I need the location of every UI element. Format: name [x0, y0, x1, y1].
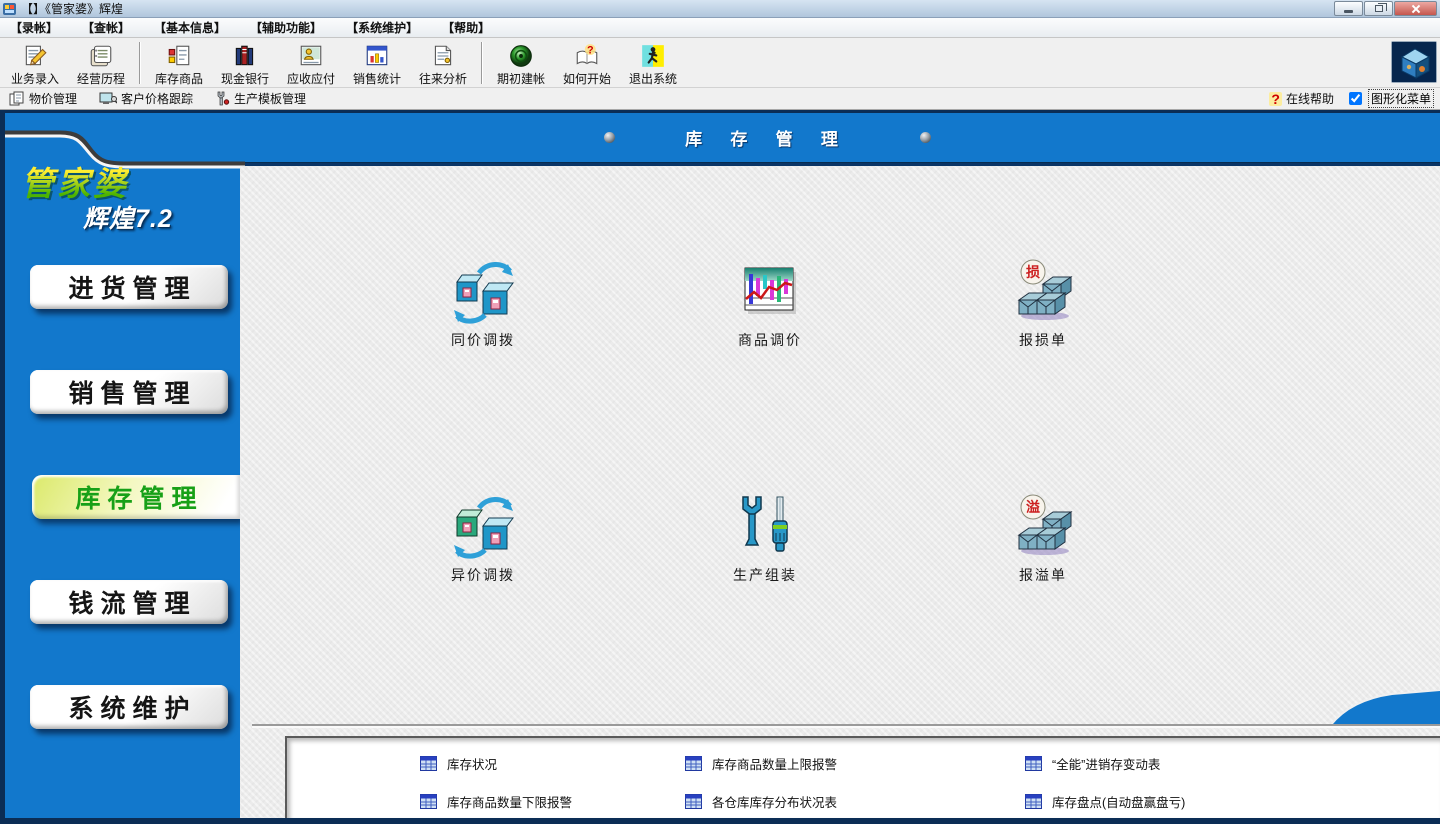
toolbar-separator — [481, 42, 483, 84]
cash-bank-icon — [232, 43, 258, 69]
exit-runner-icon — [640, 43, 666, 69]
section-title: 库 存 管 理 — [685, 125, 850, 150]
toolbar-business-entry[interactable]: 业务录入 — [2, 40, 68, 86]
target-globe-icon — [508, 43, 534, 69]
close-button[interactable] — [1394, 1, 1437, 16]
sidebar-item-sales-management[interactable]: 销售管理 — [30, 370, 228, 414]
module-diff-price-transfer[interactable]: 异价调拨 — [423, 493, 543, 585]
sidebar-item-purchase-management[interactable]: 进货管理 — [30, 265, 228, 309]
module-loss-report[interactable]: 损 报损单 — [983, 258, 1103, 350]
svg-text:?: ? — [587, 44, 594, 56]
toolbar-operation-history[interactable]: 经营历程 — [68, 40, 134, 86]
graphic-menu-checkbox[interactable] — [1349, 92, 1362, 105]
toolbar-inventory-goods[interactable]: 库存商品 — [146, 40, 212, 86]
price-chart-icon — [738, 258, 802, 324]
toolbar-customer-price-tracking[interactable]: 客户价格跟踪 — [96, 89, 196, 108]
module-overflow-report[interactable]: 溢 报溢单 — [983, 493, 1103, 585]
toolbar-cash-bank[interactable]: 现金银行 — [212, 40, 278, 86]
toolbar-initial-setup[interactable]: 期初建帐 — [488, 40, 554, 86]
goods-list-icon — [166, 43, 192, 69]
close-icon — [1411, 4, 1421, 14]
restore-button[interactable] — [1364, 1, 1393, 16]
module-production-assembly[interactable]: 生产组装 — [705, 493, 825, 585]
menu-item-bookkeeping[interactable]: 【录帐】 — [2, 17, 66, 38]
main-toolbar: 业务录入 经营历程 库存商品 — [0, 38, 1440, 88]
report-warehouse-distribution[interactable]: 各仓库库存分布状况表 — [685, 792, 1025, 811]
window-title: 【】《管家婆》辉煌 — [21, 0, 1334, 17]
tools-icon — [215, 91, 230, 106]
person-card-icon — [298, 43, 324, 69]
content-area: 同价调拨 — [240, 166, 1440, 818]
sphere-bullet-icon — [920, 132, 931, 143]
sidebar: 管家婆 辉煌7.2 进货管理 销售管理 库存管理 钱流管理 系统维护 — [5, 113, 240, 818]
menu-item-auxiliary-functions[interactable]: 【辅助功能】 — [242, 17, 330, 38]
separator-line — [252, 724, 1440, 726]
toolbar-sales-statistics[interactable]: 销售统计 — [344, 40, 410, 86]
document-analysis-icon — [430, 43, 456, 69]
menu-item-check-accounts[interactable]: 【查帐】 — [74, 17, 138, 38]
menu-item-help[interactable]: 【帮助】 — [434, 17, 498, 38]
question-icon: ? — [1269, 92, 1282, 106]
table-icon — [685, 794, 702, 809]
toolbar-separator — [139, 42, 141, 84]
report-qty-lower-limit-alarm[interactable]: 库存商品数量下限报警 — [420, 792, 685, 811]
report-inventory-status[interactable]: 库存状况 — [420, 754, 685, 773]
table-icon — [1025, 794, 1042, 809]
module-goods-price-adjust[interactable]: 商品调价 — [710, 258, 830, 350]
sidebar-item-inventory-management[interactable]: 库存管理 — [32, 475, 240, 519]
toolbar-exit-system[interactable]: 退出系统 — [620, 40, 686, 86]
svg-text:溢: 溢 — [1026, 499, 1040, 515]
copy-pages-icon — [9, 91, 25, 106]
graphic-menu-label[interactable]: 图形化菜单 — [1368, 89, 1434, 108]
menu-item-basic-info[interactable]: 【基本信息】 — [146, 17, 234, 38]
bar-chart-icon — [364, 43, 390, 69]
sidebar-item-cashflow-management[interactable]: 钱流管理 — [30, 580, 228, 624]
report-panel: 库存状况 库存商品数量上限报警 “全能” — [285, 736, 1440, 818]
toolbar-receivable-payable[interactable]: 应收应付 — [278, 40, 344, 86]
logo-cube-graphic — [1391, 41, 1437, 83]
table-icon — [420, 756, 437, 771]
menu-bar: 【录帐】 【查帐】 【基本信息】 【辅助功能】 【系统维护】 【帮助】 — [0, 18, 1440, 38]
assembly-tools-icon — [733, 493, 797, 559]
minimize-button[interactable] — [1334, 1, 1363, 16]
module-same-price-transfer[interactable]: 同价调拨 — [423, 258, 543, 350]
sidebar-item-system-maintenance[interactable]: 系统维护 — [30, 685, 228, 729]
toolbar-contacts-analysis[interactable]: 往来分析 — [410, 40, 476, 86]
brand-logo-line1: 管家婆 — [21, 157, 129, 205]
app-icon — [3, 2, 17, 16]
toolbar-price-management[interactable]: 物价管理 — [6, 89, 80, 108]
overflow-report-icon: 溢 — [1011, 493, 1075, 559]
same-price-transfer-icon — [451, 258, 515, 324]
minimize-icon — [1344, 10, 1353, 13]
sphere-bullet-icon — [604, 132, 615, 143]
restore-icon — [1375, 5, 1383, 12]
online-help-button[interactable]: ? 在线帮助 — [1266, 89, 1337, 108]
title-bar: 【】《管家婆》辉煌 — [0, 0, 1440, 18]
loss-report-icon: 损 — [1011, 258, 1075, 324]
svg-text:损: 损 — [1026, 264, 1040, 280]
secondary-toolbar: 物价管理 客户价格跟踪 生产模板管理 ? 在线帮助 图形化菜单 — [0, 88, 1440, 110]
diff-price-transfer-icon — [451, 493, 515, 559]
table-icon — [1025, 756, 1042, 771]
report-almighty-purchase-sale-stock-table[interactable]: “全能”进销存变动表 — [1025, 754, 1440, 773]
help-book-icon: ? — [574, 43, 600, 69]
corner-decoration — [1330, 690, 1440, 726]
toolbar-production-template[interactable]: 生产模板管理 — [212, 89, 309, 108]
toolbar-how-to-start[interactable]: ? 如何开始 — [554, 40, 620, 86]
table-icon — [685, 756, 702, 771]
report-qty-upper-limit-alarm[interactable]: 库存商品数量上限报警 — [685, 754, 1025, 773]
brand-logo-line2: 辉煌7.2 — [83, 199, 173, 235]
monitor-icon — [99, 91, 117, 106]
note-pencil-icon — [22, 43, 48, 69]
ledger-icon — [88, 43, 114, 69]
menu-item-system-maintenance[interactable]: 【系统维护】 — [338, 17, 426, 38]
table-icon — [420, 794, 437, 809]
report-stocktake[interactable]: 库存盘点(自动盘赢盘亏) — [1025, 792, 1440, 811]
main-region: 库 存 管 理 管家婆 辉煌7.2 进货管理 销售管理 库存管理 钱流管理 系统… — [0, 110, 1440, 824]
workspace: 库 存 管 理 管家婆 辉煌7.2 进货管理 销售管理 库存管理 钱流管理 系统… — [5, 113, 1440, 818]
